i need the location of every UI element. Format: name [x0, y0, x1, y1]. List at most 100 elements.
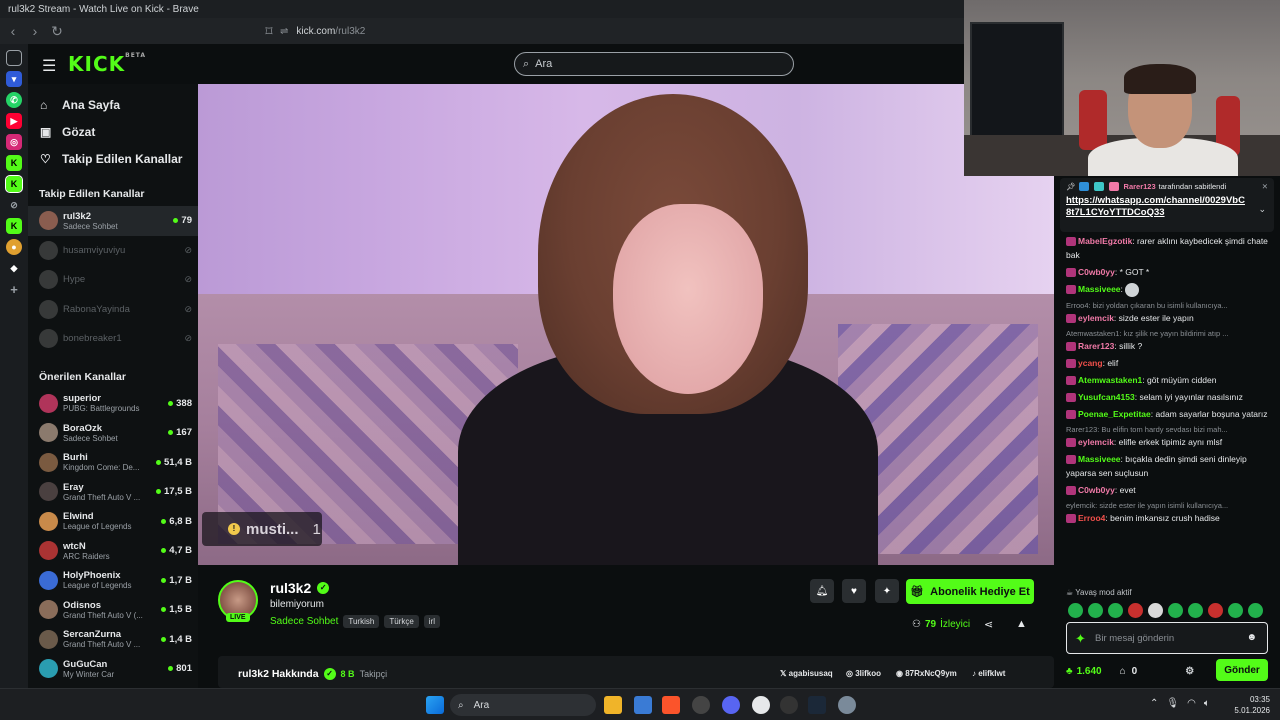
site-info-icon[interactable]: ⇌	[280, 26, 288, 37]
pinned-message[interactable]: 📌︎ Rarer123 tarafından sabitlendi ✕ http…	[1060, 178, 1274, 232]
followed-channel[interactable]: rul3k2 Sadece Sohbet 79	[28, 206, 198, 236]
emote-button[interactable]	[1188, 603, 1203, 618]
chat-message[interactable]: Erroo4: bizi yoldan çıkaran bu isimli ku…	[1066, 300, 1278, 325]
followed-channel[interactable]: Hype ⊘	[28, 265, 198, 295]
bookmark-icon[interactable]: ⌑	[260, 23, 278, 40]
chat-message[interactable]: C0wb0yy: * GOT *	[1066, 265, 1278, 279]
report-icon[interactable]: ▲	[1016, 618, 1027, 630]
file-explorer-icon[interactable]	[604, 696, 622, 714]
nav-browse[interactable]: ▣ Gözat	[28, 118, 198, 145]
followed-channel[interactable]: RabonaYayinda ⊘	[28, 295, 198, 325]
taskbar-search[interactable]: ⌕ Ara	[450, 694, 596, 716]
video-player[interactable]: ! musti... 1	[198, 84, 1054, 565]
chat-message[interactable]: eylemcik: sizde ester ile yapın isimli k…	[1066, 500, 1278, 525]
forward-icon[interactable]: ›	[26, 23, 44, 39]
chat-message[interactable]: C0wb0yy: evet	[1066, 483, 1278, 497]
volume-icon[interactable]: 🔈︎	[1204, 698, 1210, 709]
emote-button[interactable]	[1168, 603, 1183, 618]
chat-message[interactable]: Rarer123: Bu elifin tom hardy sevdası bi…	[1066, 424, 1278, 449]
settings-icon[interactable]	[838, 696, 856, 714]
search-input[interactable]: ⌕ Ara	[514, 52, 794, 76]
recommended-channel[interactable]: Burhi Kingdom Come: De... 51,4 B	[28, 448, 198, 478]
chat-username[interactable]: Yusufcan4153	[1078, 392, 1135, 402]
chevron-up-icon[interactable]: ⌃	[1150, 698, 1158, 709]
recommended-channel[interactable]: Elwind League of Legends 6,8 B	[28, 507, 198, 537]
follow-button[interactable]: ♥	[842, 579, 866, 603]
recommended-channel[interactable]: superior PUBG: Battlegrounds 388	[28, 389, 198, 419]
chat-username[interactable]: Erroo4	[1078, 513, 1105, 523]
whatsapp-icon[interactable]: ✆	[6, 92, 22, 108]
stream-category[interactable]: Sadece Sohbet	[270, 616, 338, 627]
kick-icon[interactable]: K	[6, 155, 22, 171]
emote-button[interactable]	[1248, 603, 1263, 618]
followed-channel[interactable]: bonebreaker1 ⊘	[28, 324, 198, 354]
reply-preview[interactable]: Erroo4: bizi yoldan çıkaran bu isimli ku…	[1066, 300, 1278, 311]
emote-button[interactable]	[1228, 603, 1243, 618]
social-x[interactable]: 𝕏 agabisusaq	[780, 669, 833, 678]
sparkle-icon[interactable]: ✦	[1075, 631, 1086, 647]
pinned-link[interactable]: https://whatsapp.com/channel/0029VbC8t7L…	[1066, 195, 1246, 219]
chat-username[interactable]: Massiveee	[1078, 284, 1121, 294]
clock[interactable]: 03:35 5.01.2026	[1230, 694, 1270, 716]
address-bar[interactable]: ⇌ kick.com/rul3k2	[280, 22, 960, 40]
store-icon[interactable]	[634, 696, 652, 714]
reply-preview[interactable]: Atemwastaken1: kız şilik ne yayın bildir…	[1066, 328, 1278, 339]
notification-bell-button[interactable]: 🔔︎	[810, 579, 834, 603]
followed-channel[interactable]: husamviyuviyu ⊘	[28, 236, 198, 266]
emote-button[interactable]	[1108, 603, 1123, 618]
social-tiktok[interactable]: ♪ elifklwt	[972, 669, 1005, 678]
discord-icon[interactable]	[722, 696, 740, 714]
tag[interactable]: Turkish	[343, 615, 380, 628]
reply-preview[interactable]: Rarer123: Bu elifin tom hardy sevdası bi…	[1066, 424, 1278, 435]
steam-icon[interactable]	[808, 696, 826, 714]
wifi-icon[interactable]: ◠	[1187, 698, 1196, 709]
back-icon[interactable]: ‹	[4, 23, 22, 39]
vpn-icon[interactable]: ▾	[6, 71, 22, 87]
chat-message[interactable]: Poenae_Expetitae: adam sayarlar boşuna y…	[1066, 407, 1278, 421]
app-icon[interactable]	[780, 696, 798, 714]
mic-icon[interactable]: 🎙︎	[1166, 698, 1179, 709]
recommended-channel[interactable]: SercanZurna Grand Theft Auto V ... 1,4 B	[28, 625, 198, 655]
diamond-icon[interactable]: ◆	[6, 260, 22, 276]
store-icon[interactable]: ⌂	[1120, 666, 1126, 677]
recommended-channel[interactable]: GuGuCan My Winter Car 801	[28, 654, 198, 684]
reload-icon[interactable]: ↻	[48, 23, 66, 40]
emoji-icon[interactable]: ☻	[1246, 632, 1257, 643]
kick-active-icon[interactable]: K	[5, 175, 23, 193]
emote-button[interactable]	[1068, 603, 1083, 618]
sparkle-button[interactable]: ✦	[875, 579, 899, 603]
nav-home[interactable]: ⌂ Ana Sayfa	[28, 91, 198, 118]
chat-username[interactable]: C0wb0yy	[1078, 267, 1115, 277]
chat-username[interactable]: Rarer123	[1078, 341, 1114, 351]
nav-following[interactable]: ♡ Takip Edilen Kanallar	[28, 145, 198, 172]
chat-message[interactable]: MabelEgzotik: rarer aklını kaybedicek şi…	[1066, 234, 1278, 262]
recommended-channel[interactable]: HolyPhoenix League of Legends 1,7 B	[28, 566, 198, 596]
instagram-icon[interactable]: ◎	[6, 134, 22, 150]
streamer-name[interactable]: rul3k2 ✓	[270, 580, 330, 596]
send-button[interactable]: Gönder	[1216, 659, 1268, 681]
obs-icon[interactable]	[752, 696, 770, 714]
chat-username[interactable]: eylemcik	[1078, 437, 1114, 447]
chat-message[interactable]: ycang: elif	[1066, 356, 1278, 370]
menu-icon[interactable]: ☰	[42, 56, 56, 76]
app-icon[interactable]: ●	[6, 239, 22, 255]
recommended-channel[interactable]: wtcN ARC Raiders 4,7 B	[28, 536, 198, 566]
tag[interactable]: Türkçe	[384, 615, 419, 628]
reply-preview[interactable]: eylemcik: sizde ester ile yapın isimli k…	[1066, 500, 1278, 511]
unpin-icon[interactable]: ✕	[1262, 182, 1268, 191]
chat-username[interactable]: Atemwastaken1	[1078, 375, 1142, 385]
recommended-channel[interactable]: Odisnos Grand Theft Auto V (... 1,5 B	[28, 595, 198, 625]
sidebar-toggle-icon[interactable]	[6, 50, 22, 66]
chat-message[interactable]: Yusufcan4153: selam iyi yayınlar nasılsı…	[1066, 390, 1278, 404]
kick-logo[interactable]: KICKBETA	[68, 52, 146, 76]
chat-username[interactable]: ycang	[1078, 358, 1103, 368]
mute-icon[interactable]: ⊘	[6, 197, 22, 213]
points-icon[interactable]: ♣	[1066, 666, 1073, 677]
emote-button[interactable]	[1148, 603, 1163, 618]
chat-username[interactable]: Massiveee	[1078, 454, 1121, 464]
kick-icon-2[interactable]: K	[6, 218, 22, 234]
chat-message[interactable]: Massiveee:	[1066, 282, 1278, 297]
emote-button[interactable]	[1208, 603, 1223, 618]
app-icon[interactable]	[692, 696, 710, 714]
chat-input[interactable]: ✦ Bir mesaj gönderin ☻	[1066, 622, 1268, 654]
